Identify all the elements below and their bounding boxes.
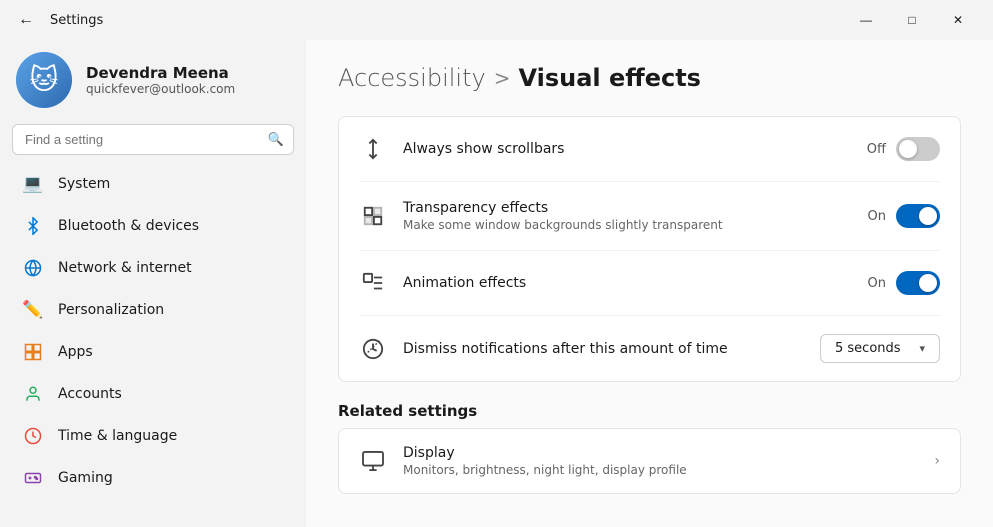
app-body: 🐱 Devendra Meena quickfever@outlook.com …: [0, 40, 993, 527]
search-bar: 🔍: [12, 124, 294, 155]
animation-toggle-thumb: [919, 274, 937, 292]
dismiss-text: Dismiss notifications after this amount …: [403, 341, 804, 357]
back-button[interactable]: ←: [12, 7, 40, 33]
animation-toggle-text: On: [868, 276, 886, 291]
transparency-setting-row: Transparency effects Make some window ba…: [359, 181, 940, 250]
maximize-button[interactable]: □: [889, 4, 935, 36]
animation-label: Animation effects: [403, 275, 852, 291]
sidebar-item-personalization-label: Personalization: [58, 302, 164, 318]
user-info: Devendra Meena quickfever@outlook.com: [86, 64, 235, 96]
sidebar-item-apps[interactable]: Apps: [6, 331, 300, 373]
title-bar: ← Settings — □ ✕: [0, 0, 993, 40]
bluetooth-icon: [22, 215, 44, 237]
dismiss-control: 5 seconds ▾: [820, 334, 940, 363]
related-display-label: Display: [403, 445, 918, 461]
dismiss-dropdown[interactable]: 5 seconds ▾: [820, 334, 940, 363]
sidebar-item-time-label: Time & language: [58, 428, 177, 444]
sidebar-item-personalization[interactable]: ✏️ Personalization: [6, 289, 300, 331]
scrollbars-setting-row: Always show scrollbars Off: [359, 117, 940, 181]
transparency-text: Transparency effects Make some window ba…: [403, 200, 852, 232]
chevron-down-icon: ▾: [919, 342, 925, 355]
scrollbars-text: Always show scrollbars: [403, 141, 851, 157]
animation-text: Animation effects: [403, 275, 852, 291]
sidebar-item-network-label: Network & internet: [58, 260, 192, 276]
scrollbars-label: Always show scrollbars: [403, 141, 851, 157]
apps-icon: [22, 341, 44, 363]
scrollbars-icon: [359, 135, 387, 163]
sidebar-item-time[interactable]: Time & language: [6, 415, 300, 457]
dismiss-dropdown-value: 5 seconds: [835, 341, 901, 356]
sidebar-item-gaming[interactable]: Gaming: [6, 457, 300, 499]
animation-control: On: [868, 271, 940, 295]
sidebar-item-accounts-label: Accounts: [58, 386, 122, 402]
sidebar-nav: 💻 System Bluetooth & devices: [0, 163, 306, 499]
main-content: Accessibility > Visual effects Always sh…: [306, 40, 993, 527]
animation-icon: [359, 269, 387, 297]
animation-setting-row: Animation effects On: [359, 250, 940, 315]
transparency-toggle-thumb: [919, 207, 937, 225]
dismiss-setting-row: Dismiss notifications after this amount …: [359, 315, 940, 381]
animation-toggle[interactable]: [896, 271, 940, 295]
title-bar-title: Settings: [50, 13, 103, 28]
transparency-toggle-text: On: [868, 209, 886, 224]
transparency-icon: [359, 202, 387, 230]
scrollbars-toggle[interactable]: [896, 137, 940, 161]
sidebar-item-system-label: System: [58, 176, 110, 192]
time-icon: [22, 425, 44, 447]
transparency-label: Transparency effects: [403, 200, 852, 216]
sidebar-item-accounts[interactable]: Accounts: [6, 373, 300, 415]
title-bar-controls: — □ ✕: [843, 4, 981, 36]
network-icon: [22, 257, 44, 279]
sidebar: 🐱 Devendra Meena quickfever@outlook.com …: [0, 40, 306, 527]
dismiss-icon: [359, 335, 387, 363]
sidebar-item-system[interactable]: 💻 System: [6, 163, 300, 205]
visual-effects-card: Always show scrollbars Off: [338, 116, 961, 382]
transparency-control: On: [868, 204, 940, 228]
breadcrumb-separator: >: [494, 66, 511, 90]
system-icon: 💻: [22, 173, 44, 195]
gaming-icon: [22, 467, 44, 489]
breadcrumb-parent[interactable]: Accessibility: [338, 64, 486, 92]
title-bar-left: ← Settings: [12, 7, 843, 33]
user-profile[interactable]: 🐱 Devendra Meena quickfever@outlook.com: [0, 40, 306, 124]
transparency-toggle[interactable]: [896, 204, 940, 228]
sidebar-item-gaming-label: Gaming: [58, 470, 113, 486]
related-display-desc: Monitors, brightness, night light, displ…: [403, 463, 918, 477]
display-icon: [359, 447, 387, 475]
user-name: Devendra Meena: [86, 64, 235, 82]
scrollbars-toggle-text: Off: [867, 142, 886, 157]
scrollbars-control: Off: [867, 137, 940, 161]
breadcrumb: Accessibility > Visual effects: [338, 64, 961, 92]
breadcrumb-current: Visual effects: [518, 64, 701, 92]
related-display-row[interactable]: Display Monitors, brightness, night ligh…: [339, 429, 960, 493]
related-settings-heading: Related settings: [338, 402, 961, 420]
avatar: 🐱: [16, 52, 72, 108]
sidebar-item-apps-label: Apps: [58, 344, 93, 360]
related-settings-card: Display Monitors, brightness, night ligh…: [338, 428, 961, 494]
sidebar-item-bluetooth-label: Bluetooth & devices: [58, 218, 199, 234]
sidebar-item-network[interactable]: Network & internet: [6, 247, 300, 289]
user-email: quickfever@outlook.com: [86, 82, 235, 96]
related-display-chevron-icon: ›: [934, 453, 940, 469]
related-display-text: Display Monitors, brightness, night ligh…: [403, 445, 918, 477]
scrollbars-toggle-thumb: [899, 140, 917, 158]
personalization-icon: ✏️: [22, 299, 44, 321]
close-button[interactable]: ✕: [935, 4, 981, 36]
dismiss-label: Dismiss notifications after this amount …: [403, 341, 804, 357]
minimize-button[interactable]: —: [843, 4, 889, 36]
sidebar-item-bluetooth[interactable]: Bluetooth & devices: [6, 205, 300, 247]
transparency-desc: Make some window backgrounds slightly tr…: [403, 218, 852, 232]
search-input[interactable]: [12, 124, 294, 155]
accounts-icon: [22, 383, 44, 405]
avatar-emoji: 🐱: [29, 66, 58, 94]
